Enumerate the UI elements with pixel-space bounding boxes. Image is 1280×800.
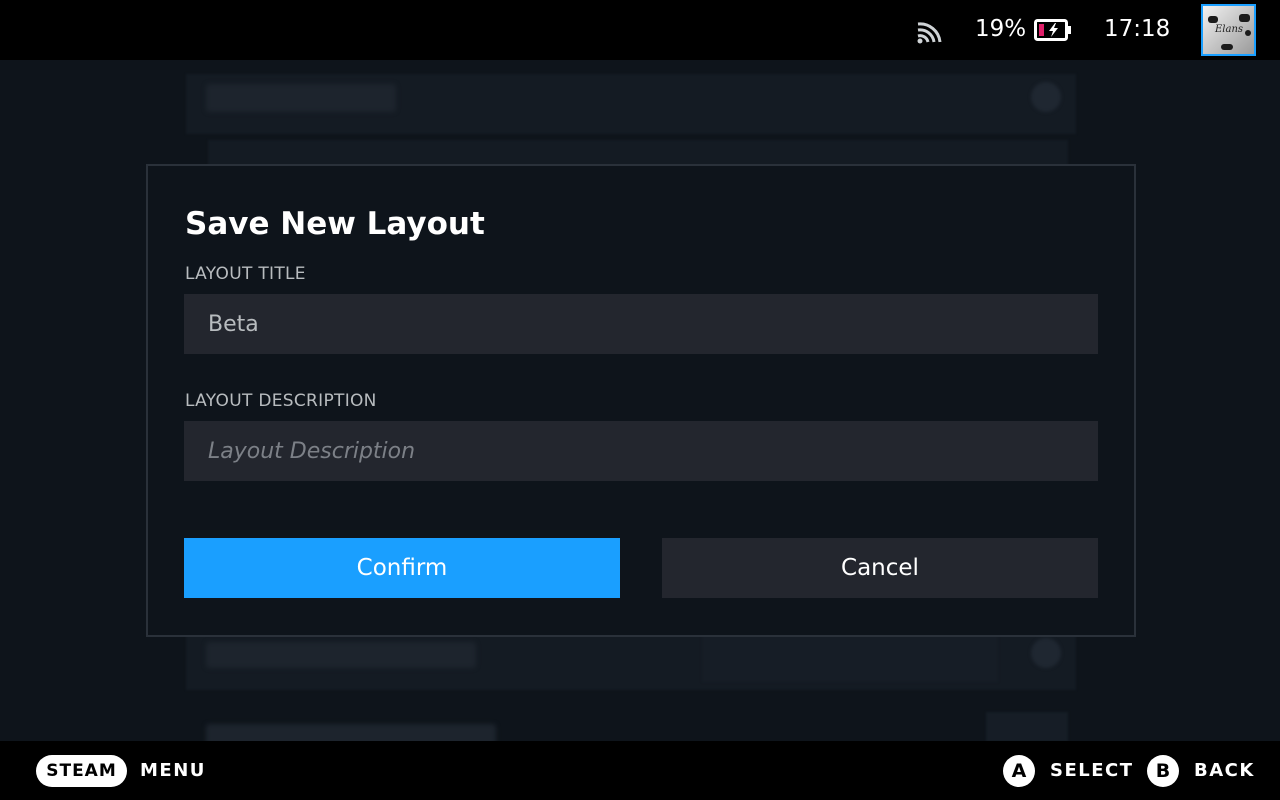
battery-charging-icon (1034, 19, 1071, 41)
select-label: SELECT (1050, 760, 1134, 781)
avatar-text: Elans (1215, 24, 1244, 35)
status-bar: 19% 17:18 Elans (0, 0, 1280, 60)
b-button-icon: B (1147, 755, 1179, 787)
controller-hint-bar: STEAM MENU A SELECT B BACK (0, 741, 1280, 800)
layout-description-input[interactable] (184, 421, 1098, 481)
layout-title-input[interactable] (184, 294, 1098, 354)
confirm-button[interactable]: Confirm (184, 538, 620, 598)
battery-percentage: 19% (975, 16, 1027, 42)
wifi-icon (917, 22, 942, 44)
layout-description-label: LAYOUT DESCRIPTION (185, 391, 377, 411)
save-layout-dialog: Save New Layout LAYOUT TITLE LAYOUT DESC… (146, 164, 1136, 637)
cancel-button[interactable]: Cancel (662, 538, 1098, 598)
menu-label: MENU (140, 760, 206, 781)
steam-button[interactable]: STEAM (36, 755, 127, 787)
layout-title-label: LAYOUT TITLE (185, 264, 306, 284)
clock: 17:18 (1104, 16, 1171, 42)
dialog-title: Save New Layout (185, 206, 485, 242)
avatar[interactable]: Elans (1201, 4, 1256, 56)
back-label: BACK (1194, 760, 1255, 781)
a-button-icon: A (1003, 755, 1035, 787)
